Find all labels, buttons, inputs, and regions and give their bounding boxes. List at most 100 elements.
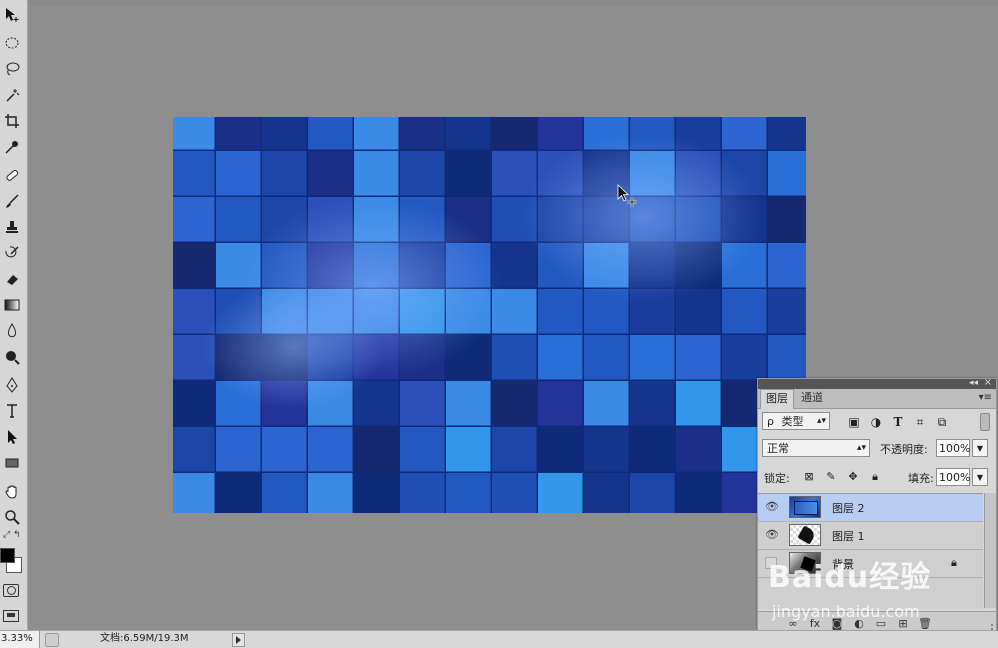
mosaic-tile (216, 117, 261, 150)
mosaic-tile (676, 381, 721, 426)
fill-label: 填充: (908, 472, 934, 485)
layer-thumbnail (789, 524, 821, 546)
swap-colors-icon[interactable]: ⤢ ↰ (3, 530, 21, 540)
layer-row-background[interactable]: 背景 🔒︎ (758, 550, 983, 578)
visibility-eye-icon[interactable]: 👁︎ (765, 529, 779, 541)
document-canvas[interactable] (173, 117, 806, 513)
mosaic-tile (584, 473, 629, 513)
layer-row-2[interactable]: 👁︎ 图层 2 (758, 494, 983, 522)
layer-thumbnail (789, 496, 821, 518)
crop-icon[interactable] (1, 110, 23, 132)
blend-row: 正常 ▴▾ 不透明度: 100% ▼ (762, 439, 992, 461)
gradient-icon[interactable] (1, 294, 23, 316)
close-icon[interactable]: × (984, 377, 992, 388)
quick-mask-icon[interactable] (3, 584, 19, 597)
delete-layer-icon[interactable]: 🗑︎ (918, 617, 932, 631)
panel-menu-icon[interactable]: ▾≡ (979, 392, 992, 403)
visibility-eye-icon[interactable]: 👁︎ (765, 501, 779, 513)
mosaic-tile (676, 427, 721, 472)
type-icon[interactable] (1, 400, 23, 422)
eraser-icon[interactable] (1, 268, 23, 290)
adjustment-filter-icon[interactable]: ◑ (868, 414, 884, 430)
magic-wand-icon[interactable] (1, 84, 23, 106)
history-brush-icon[interactable] (1, 242, 23, 264)
pixel-filter-icon[interactable]: ▣ (846, 414, 862, 430)
move-tool-icon[interactable] (1, 4, 23, 26)
mosaic-tile (308, 151, 353, 196)
clone-stamp-icon[interactable] (1, 216, 23, 238)
mosaic-tile (354, 151, 399, 196)
mosaic-tile (173, 117, 215, 150)
mosaic-tile (676, 335, 721, 380)
mosaic-tile (216, 197, 261, 242)
pen-icon[interactable] (1, 374, 23, 396)
layer-list-scrollbar[interactable] (984, 493, 996, 608)
lock-row: 锁定: ⊠ ✎ ✥ 🔒︎ 填充: 100% ▼ (762, 468, 992, 490)
fill-dropdown-button[interactable]: ▼ (972, 468, 988, 486)
elliptical-marquee-icon[interactable] (1, 32, 23, 54)
brush-icon[interactable] (1, 190, 23, 212)
type-filter-icon[interactable]: T (890, 414, 906, 430)
dodge-icon[interactable] (1, 346, 23, 368)
mosaic-tile (216, 427, 261, 472)
blur-icon[interactable] (1, 320, 23, 342)
layer-name[interactable]: 背景 (832, 556, 854, 572)
rectangle-icon[interactable] (1, 452, 23, 474)
foreground-color-swatch[interactable] (0, 548, 15, 563)
mosaic-tile (308, 117, 353, 150)
tab-layers[interactable]: 图层 (760, 389, 794, 409)
mosaic-tile (630, 427, 675, 472)
layer-row-1[interactable]: 👁︎ 图层 1 (758, 522, 983, 550)
lasso-icon[interactable] (1, 58, 23, 80)
new-group-icon[interactable]: ▭ (874, 617, 888, 631)
tab-channels[interactable]: 通道 (796, 389, 828, 408)
document-tab-strip (27, 0, 998, 6)
mosaic-tile (584, 381, 629, 426)
mosaic-tile (630, 335, 675, 380)
mosaic-tile (354, 473, 399, 513)
smart-object-filter-icon[interactable]: ⧉ (934, 414, 950, 430)
layer-name[interactable]: 图层 2 (832, 500, 865, 516)
mosaic-tile (584, 427, 629, 472)
collapse-icon[interactable]: ◂◂ (969, 378, 978, 388)
spot-healing-icon[interactable] (1, 164, 23, 186)
layer-name[interactable]: 图层 1 (832, 528, 865, 544)
mosaic-tile (722, 289, 767, 334)
opacity-dropdown-button[interactable]: ▼ (972, 439, 988, 457)
opacity-label: 不透明度: (880, 443, 928, 456)
eyedropper-icon[interactable] (1, 136, 23, 158)
filter-search-icon: ρ (767, 415, 774, 428)
mosaic-tile (768, 197, 806, 242)
layer-style-icon[interactable]: fx (808, 617, 822, 631)
path-selection-icon[interactable] (1, 426, 23, 448)
add-mask-icon[interactable]: ◙ (830, 617, 844, 631)
lock-all-icon[interactable]: 🔒︎ (868, 470, 882, 484)
lock-image-icon[interactable]: ✎ (824, 470, 838, 484)
mosaic-tile (354, 427, 399, 472)
visibility-toggle-off[interactable] (765, 557, 777, 569)
filter-toggle-switch[interactable] (980, 413, 990, 431)
mosaic-tile (538, 381, 583, 426)
status-options-icon[interactable] (45, 633, 59, 647)
document-size-info: 文档:6.59M/19.3M (100, 633, 189, 644)
mosaic-tile (446, 473, 491, 513)
mosaic-tile (400, 151, 445, 196)
fill-input[interactable]: 100% (936, 468, 970, 486)
adjustment-layer-icon[interactable]: ◐ (852, 617, 866, 631)
lock-position-icon[interactable]: ✥ (846, 470, 860, 484)
mosaic-tile (173, 151, 215, 196)
blend-mode-select[interactable]: 正常 ▴▾ (762, 439, 870, 457)
lock-transparent-icon[interactable]: ⊠ (802, 470, 816, 484)
layers-panel: ◂◂ × 图层 通道 ▾≡ ρ 类型 ▴▾ ▣ ◑ T ⌗ ⧉ 正常 ▴▾ 不透… (757, 377, 997, 638)
filter-type-select[interactable]: ρ 类型 ▴▾ (762, 412, 830, 430)
link-layers-icon[interactable]: ∞ (786, 617, 800, 631)
new-layer-icon[interactable]: ⊞ (896, 617, 910, 631)
hand-icon[interactable] (1, 480, 23, 502)
opacity-input[interactable]: 100% (936, 439, 970, 457)
mosaic-tile (676, 473, 721, 513)
screen-mode-icon[interactable] (3, 610, 19, 622)
status-menu-arrow-icon[interactable] (232, 633, 245, 647)
zoom-icon[interactable] (1, 506, 23, 528)
zoom-level[interactable]: 3.33% (0, 631, 40, 648)
shape-filter-icon[interactable]: ⌗ (912, 414, 928, 430)
